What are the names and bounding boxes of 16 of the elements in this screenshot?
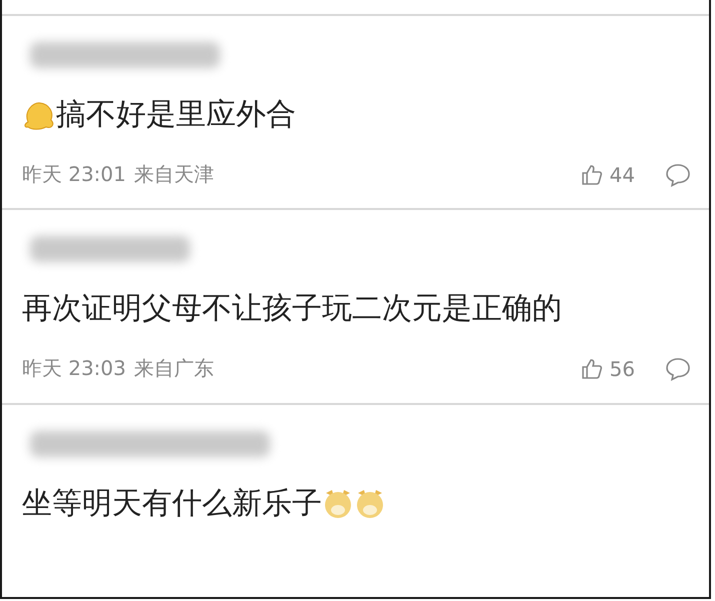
comment-location: 来自广东	[134, 355, 214, 382]
thumbs-up-icon[interactable]	[580, 356, 604, 381]
dog-emoji-icon	[322, 487, 354, 520]
comment-bubble-icon[interactable]	[665, 356, 691, 381]
comment-text: 坐等明天有什么新乐子	[22, 484, 322, 523]
comment-location: 来自天津	[134, 161, 214, 188]
like-count: 56	[610, 356, 635, 381]
dog-emoji-icon	[354, 487, 386, 520]
comment-time: 昨天 23:03	[22, 355, 126, 382]
comment-text: 再次证明父母不让孩子玩二次元是正确的	[22, 290, 562, 328]
comment-text: 搞不好是里应外合	[56, 96, 296, 134]
thumbs-up-icon[interactable]	[580, 162, 604, 186]
blob-emoji-icon	[22, 100, 56, 130]
comment-bubble-icon[interactable]	[665, 162, 691, 186]
like-count: 44	[610, 162, 635, 186]
comment-time: 昨天 23:01	[22, 161, 126, 188]
